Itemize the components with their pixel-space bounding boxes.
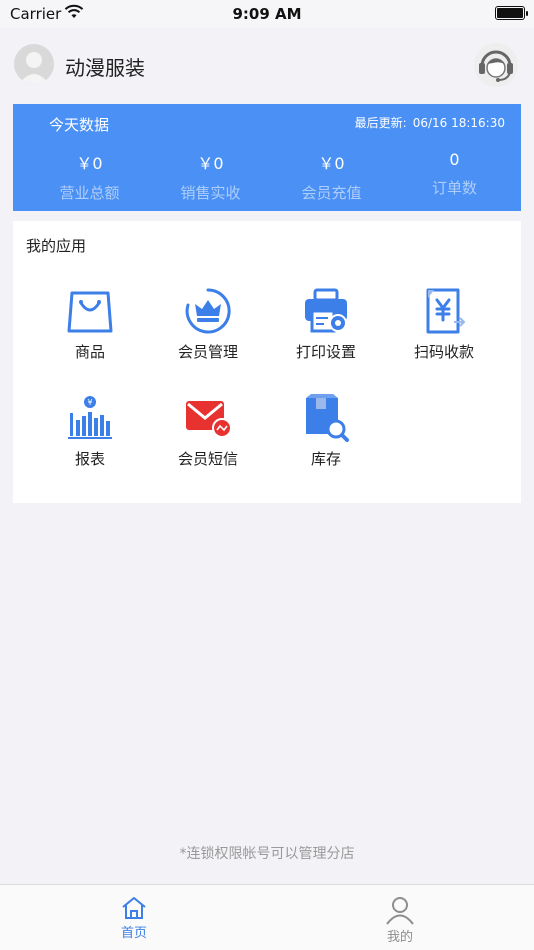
app-print-settings[interactable]: 打印设置 xyxy=(267,287,385,362)
stat-label: 营业总额 xyxy=(59,184,120,202)
last-update-label: 最后更新: xyxy=(354,116,407,130)
app-label: 打印设置 xyxy=(295,343,356,361)
person-icon xyxy=(386,897,414,925)
clock: 9:09 AM xyxy=(232,5,302,23)
last-update: 最后更新: 06/16 18:16:30 xyxy=(349,114,505,131)
user-avatar-icon[interactable] xyxy=(14,44,54,84)
tab-home[interactable]: 首页 xyxy=(94,895,174,941)
stat-label: 销售实收 xyxy=(180,184,241,202)
stats-title: 今天数据 xyxy=(49,116,110,134)
tab-label: 首页 xyxy=(120,926,147,941)
today-stats-card: 今天数据 最后更新: 06/16 18:16:30 ￥0 营业总额 ￥0 销售实收… xyxy=(13,104,521,211)
svg-text:¥: ¥ xyxy=(87,398,92,407)
app-member-sms[interactable]: 会员短信 xyxy=(149,394,267,469)
app-member-management[interactable]: 会员管理 xyxy=(149,287,267,362)
crown-icon xyxy=(185,288,231,334)
app-label: 会员短信 xyxy=(177,450,238,468)
app-label: 报表 xyxy=(74,450,105,468)
app-inventory[interactable]: 库存 xyxy=(267,394,385,469)
app-reports[interactable]: ¥ 报表 xyxy=(31,394,149,469)
shop-name: 动漫服装 xyxy=(65,56,145,80)
my-apps-card: 我的应用 商品 会员管理 打印设置 扫码收款 ¥ 报表 会员短信 库存 xyxy=(13,221,521,503)
stat-sales: ￥0 销售实收 xyxy=(147,150,274,203)
shopping-bag-icon xyxy=(67,291,113,333)
stat-value: ￥0 xyxy=(197,154,224,173)
app-label: 商品 xyxy=(74,343,105,361)
app-scan-payment[interactable]: 扫码收款 xyxy=(385,287,503,362)
yuan-document-icon xyxy=(426,288,466,334)
bar-chart-icon: ¥ xyxy=(68,396,112,439)
home-icon xyxy=(122,897,146,919)
chain-account-note: *连锁权限帐号可以管理分店 xyxy=(179,846,355,862)
printer-icon xyxy=(305,288,347,333)
tab-label: 我的 xyxy=(386,930,413,945)
stat-label: 订单数 xyxy=(431,179,477,197)
tab-mine[interactable]: 我的 xyxy=(360,895,440,945)
battery-icon xyxy=(495,6,528,20)
stat-member-recharge: ￥0 会员充值 xyxy=(268,150,395,203)
status-bar: Carrier 9:09 AM xyxy=(0,0,534,28)
app-label: 扫码收款 xyxy=(413,343,474,361)
tab-bar: 首页 我的 xyxy=(0,884,534,950)
last-update-time: 06/16 18:16:30 xyxy=(412,116,505,130)
stat-label: 会员充值 xyxy=(301,184,362,202)
app-label: 库存 xyxy=(310,450,341,468)
box-search-icon xyxy=(306,394,349,442)
stat-value: 0 xyxy=(449,150,460,169)
app-products[interactable]: 商品 xyxy=(31,287,149,362)
header: 动漫服装 xyxy=(0,28,534,103)
app-label: 会员管理 xyxy=(177,343,238,361)
mail-icon xyxy=(186,401,232,438)
stat-value: ￥0 xyxy=(318,154,345,173)
stat-value: ￥0 xyxy=(76,154,103,173)
stat-revenue: ￥0 营业总额 xyxy=(26,150,153,203)
apps-title: 我的应用 xyxy=(26,237,87,255)
customer-service-icon[interactable] xyxy=(473,42,519,88)
stat-orders: 0 订单数 xyxy=(391,150,518,198)
